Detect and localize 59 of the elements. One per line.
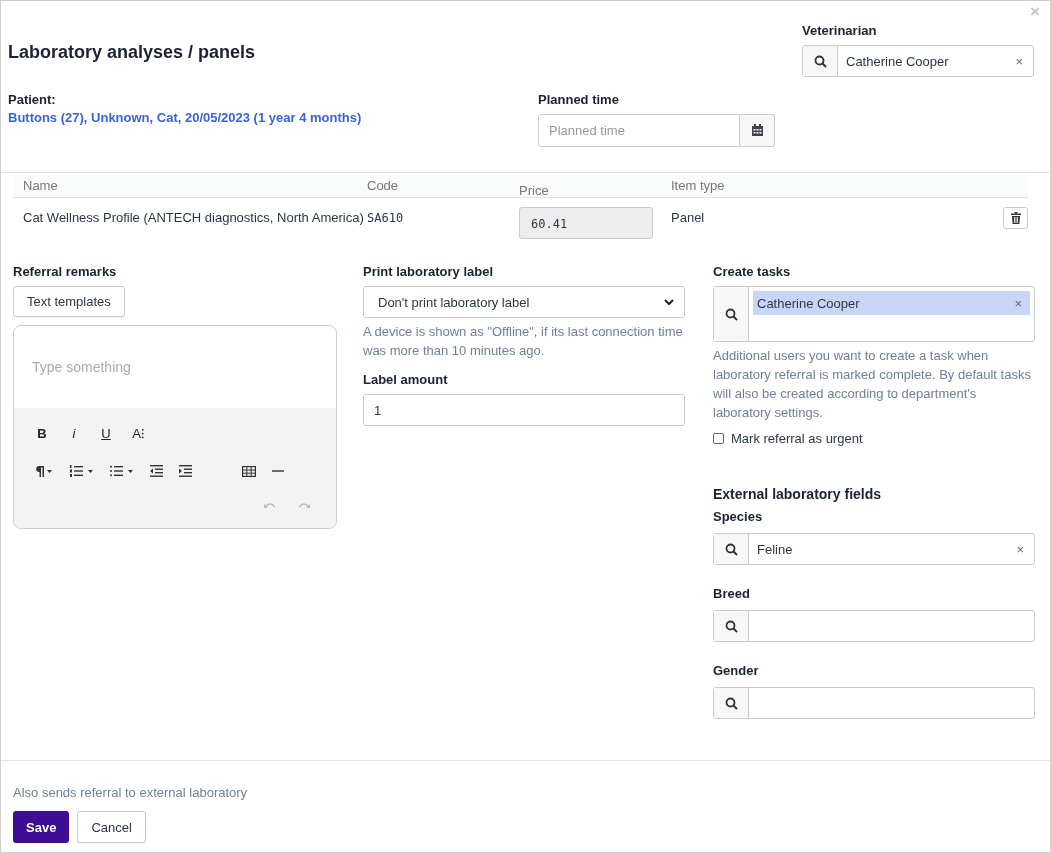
trash-icon	[1010, 212, 1021, 224]
patient-link[interactable]: Buttons (27), Unknown, Cat, 20/05/2023 (1 year 4 months)	[8, 110, 538, 125]
format-button[interactable]: U	[98, 425, 114, 441]
urgent-label: Mark referral as urgent	[731, 431, 863, 446]
search-icon	[724, 619, 738, 633]
price-field[interactable]: 60.41	[519, 207, 653, 239]
search-icon	[724, 307, 738, 321]
remove-button[interactable]: ×	[1006, 295, 1030, 311]
calendar-button[interactable]	[740, 114, 775, 147]
patient-label: Patient:	[8, 92, 57, 107]
table-cell-text: Cat Wellness Profile (ANTECH diagnostics, North America)	[22, 209, 365, 227]
search-select[interactable]: Feline ×	[713, 533, 1035, 565]
delete-button[interactable]	[1003, 207, 1028, 229]
search-icon	[813, 54, 827, 68]
outdent-icon[interactable]	[150, 465, 163, 477]
veterinarian-select[interactable]: Catherine Cooper ×	[802, 45, 1034, 77]
paragraph-icon[interactable]	[34, 465, 54, 477]
format-button[interactable]: B	[34, 425, 50, 441]
planned-time-field[interactable]: Planned time	[538, 114, 740, 147]
task-users-select[interactable]: Catherine Cooper ×	[713, 286, 1035, 342]
help-text: Additional users you want to create a task when laboratory referral is marked complete. By default tasks will also be created according to department's laboratory settings.	[713, 347, 1032, 422]
table-cell-text: SA610	[367, 210, 405, 227]
help-text: A device is shown as "Offline", if its last connection time was more than 10 minutes ago.	[363, 323, 684, 360]
label-amount-label: Label amount	[363, 372, 449, 387]
section-heading: External laboratory fields	[713, 486, 883, 502]
urgent-checkbox[interactable]	[713, 433, 724, 444]
table-icon[interactable]	[242, 465, 256, 477]
clear-button[interactable]: ×	[1005, 53, 1033, 69]
table-cell-text: Panel	[671, 209, 706, 227]
column-header: Name	[22, 177, 59, 195]
indent-icon[interactable]	[179, 465, 192, 477]
calendar-icon	[750, 124, 764, 137]
footer-note: Also sends referral to external laboratory	[13, 785, 249, 800]
print-label-dropdown[interactable]: Don't print laboratory label	[363, 286, 685, 318]
referral-remarks-label: Referral remarks	[13, 264, 118, 279]
print-label-label: Print laboratory label	[363, 264, 495, 279]
cancel-button[interactable]: Cancel	[77, 811, 146, 843]
chevron-down-icon	[664, 298, 674, 306]
column-header: Item type	[671, 177, 726, 195]
bullet-list-icon[interactable]	[110, 465, 134, 477]
format-button[interactable]: i	[66, 425, 82, 441]
create-tasks-label: Create tasks	[713, 264, 792, 279]
field-label: Species	[713, 509, 764, 524]
user-tag: Catherine Cooper ×	[753, 291, 1030, 315]
text-templates-button[interactable]: Text templates	[13, 286, 125, 317]
dialog-title: Laboratory analyses / panels	[8, 42, 257, 63]
column-header: Price	[519, 185, 550, 197]
numbered-list-icon[interactable]	[70, 465, 94, 477]
field-label: Gender	[713, 663, 760, 678]
search-icon	[724, 542, 738, 556]
planned-time-label: Planned time	[538, 92, 620, 107]
field-label: Breed	[713, 586, 751, 601]
label-amount-field[interactable]: 1	[363, 394, 685, 426]
format-button[interactable]: A⁝	[130, 424, 146, 442]
save-button[interactable]: Save	[13, 811, 70, 843]
search-icon	[724, 696, 738, 710]
clear-button[interactable]: ×	[1006, 541, 1034, 557]
veterinarian-label: Veterinarian	[802, 23, 878, 38]
column-header: Code	[367, 177, 400, 195]
